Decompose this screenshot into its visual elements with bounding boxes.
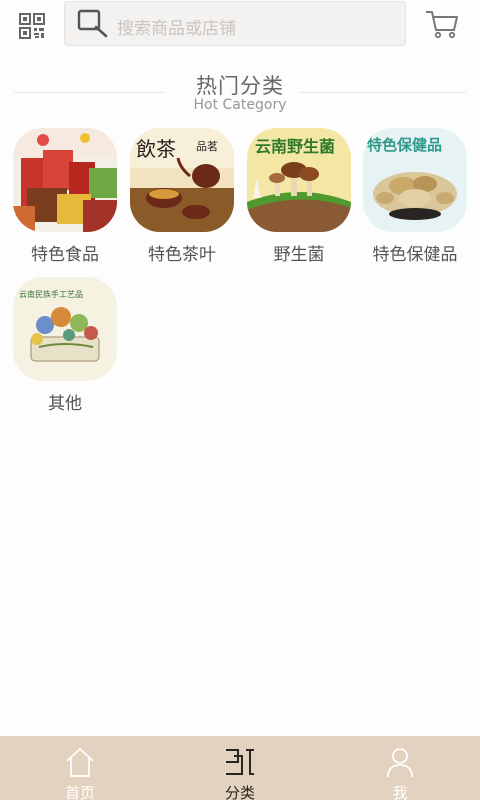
section-title: 热门分类 — [196, 74, 284, 98]
category-image-mushroom: 云南野生菌 — [247, 128, 351, 232]
category-label: 野生菌 — [273, 245, 325, 265]
category-image-other: 云南民族手工艺品 — [13, 277, 117, 381]
category-image-health: 特色保健品 — [363, 128, 467, 232]
category-label: 特色保健品 — [372, 245, 458, 265]
category-label: 特色食品 — [31, 245, 99, 265]
section-header: 热门分类 Hot Category — [0, 70, 480, 116]
tab-me[interactable]: 我 — [320, 736, 480, 800]
svg-text:云南民族手工艺品: 云南民族手工艺品 — [19, 289, 83, 299]
svg-text:特色保健品: 特色保健品 — [367, 136, 442, 154]
user-icon — [387, 748, 413, 778]
category-tile-food[interactable]: 特色食品 — [13, 128, 117, 265]
search-placeholder: 搜索商品或店铺 — [117, 19, 236, 39]
category-label: 特色茶叶 — [148, 245, 216, 265]
category-label: 其他 — [48, 394, 82, 414]
category-tile-health[interactable]: 特色保健品 特色保健品 — [363, 128, 467, 265]
category-tile-tea[interactable]: 飲茶 品茗 特色茶叶 — [130, 128, 234, 265]
home-icon — [66, 748, 94, 777]
tab-label: 首页 — [64, 784, 95, 800]
section-subtitle: Hot Category — [193, 97, 287, 113]
category-tile-other[interactable]: 云南民族手工艺品 其他 — [13, 277, 117, 414]
tab-label: 我 — [392, 784, 408, 800]
tab-home[interactable]: 首页 — [0, 736, 160, 800]
category-tile-mushroom[interactable]: 云南野生菌 野生菌 — [247, 128, 351, 265]
category-image-tea: 飲茶 品茗 — [130, 128, 234, 232]
svg-text:品茗: 品茗 — [196, 140, 218, 153]
bottom-tab-bar: 首页 分类 我 — [0, 736, 480, 800]
svg-text:飲茶: 飲茶 — [136, 137, 176, 161]
qr-code-icon[interactable] — [18, 12, 46, 40]
tab-label: 分类 — [224, 784, 255, 800]
cart-icon[interactable] — [424, 8, 460, 40]
category-icon — [226, 749, 254, 775]
category-image-food — [13, 128, 117, 232]
svg-text:云南野生菌: 云南野生菌 — [255, 137, 335, 156]
search-input[interactable]: 搜索商品或店铺 — [64, 1, 406, 46]
tab-category[interactable]: 分类 — [160, 736, 320, 800]
search-icon — [77, 9, 108, 38]
header: 搜索商品或店铺 — [0, 0, 480, 50]
